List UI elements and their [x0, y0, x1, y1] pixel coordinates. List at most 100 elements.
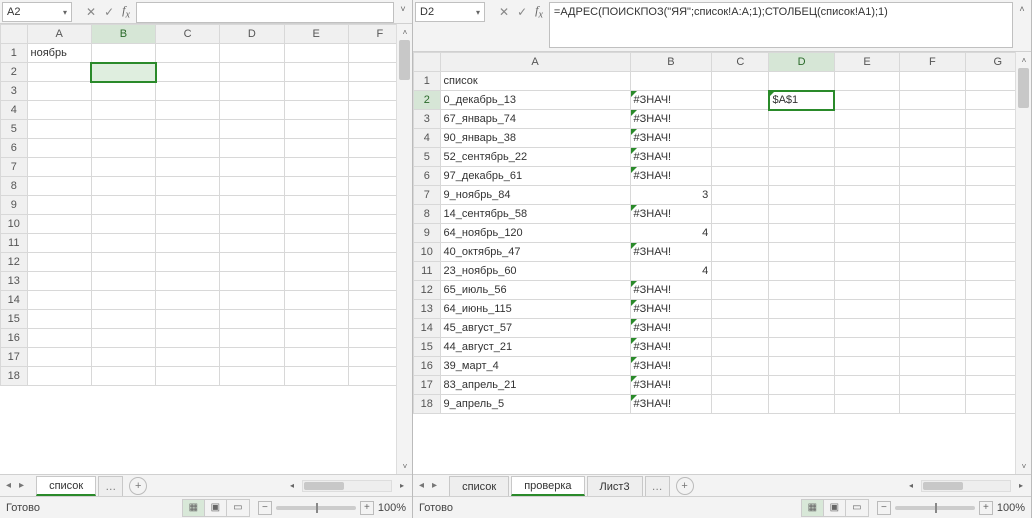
- cell[interactable]: [220, 348, 284, 367]
- expand-formula-icon[interactable]: ˅: [396, 1, 410, 23]
- cell[interactable]: [91, 63, 155, 82]
- cell[interactable]: $A$1: [769, 91, 834, 110]
- col-header-D[interactable]: D: [769, 53, 834, 72]
- row-header-12[interactable]: 12: [1, 253, 28, 272]
- row-header-17[interactable]: 17: [414, 376, 441, 395]
- cell[interactable]: [630, 72, 712, 91]
- row-header-10[interactable]: 10: [414, 243, 441, 262]
- scroll-right-icon[interactable]: ▸: [1013, 478, 1029, 494]
- cell[interactable]: [900, 357, 965, 376]
- cell[interactable]: [27, 234, 91, 253]
- cell[interactable]: [900, 281, 965, 300]
- cell[interactable]: [220, 367, 284, 386]
- cell[interactable]: #ЗНАЧ!: [630, 281, 712, 300]
- row-header-1[interactable]: 1: [414, 72, 441, 91]
- cell[interactable]: [712, 243, 769, 262]
- cell[interactable]: [834, 186, 899, 205]
- cell[interactable]: [220, 215, 284, 234]
- collapse-formula-icon[interactable]: ˄: [1015, 1, 1029, 51]
- row-header-8[interactable]: 8: [414, 205, 441, 224]
- cell[interactable]: 45_август_57: [440, 319, 630, 338]
- cell[interactable]: [769, 110, 834, 129]
- cell[interactable]: [834, 167, 899, 186]
- cell[interactable]: [900, 300, 965, 319]
- cell[interactable]: #ЗНАЧ!: [630, 205, 712, 224]
- row-header-8[interactable]: 8: [1, 177, 28, 196]
- cell[interactable]: [712, 91, 769, 110]
- cell[interactable]: ноябрь: [27, 44, 91, 63]
- cell[interactable]: [156, 329, 220, 348]
- view-normal-icon[interactable]: ▦: [802, 500, 824, 516]
- cell[interactable]: [91, 234, 155, 253]
- row-header-3[interactable]: 3: [1, 82, 28, 101]
- cell[interactable]: [712, 319, 769, 338]
- cell[interactable]: [900, 395, 965, 414]
- cell[interactable]: [220, 291, 284, 310]
- cell[interactable]: [900, 338, 965, 357]
- cell[interactable]: [27, 310, 91, 329]
- cell[interactable]: [284, 196, 348, 215]
- cell[interactable]: 9_ноябрь_84: [440, 186, 630, 205]
- cell[interactable]: [284, 272, 348, 291]
- col-header-B[interactable]: B: [91, 25, 155, 44]
- cell[interactable]: [27, 329, 91, 348]
- cell[interactable]: [284, 215, 348, 234]
- row-header-9[interactable]: 9: [414, 224, 441, 243]
- cell[interactable]: [834, 205, 899, 224]
- cell[interactable]: [220, 329, 284, 348]
- cell[interactable]: [284, 101, 348, 120]
- vertical-scrollbar[interactable]: ˄ ˅: [396, 24, 412, 474]
- cell[interactable]: [712, 376, 769, 395]
- scroll-thumb[interactable]: [399, 40, 410, 80]
- row-header-14[interactable]: 14: [1, 291, 28, 310]
- cell[interactable]: [27, 272, 91, 291]
- formula-input[interactable]: =АДРЕС(ПОИСКПОЗ("ЯЯ";список!A:A;1);СТОЛБ…: [549, 2, 1013, 48]
- scroll-up-icon[interactable]: ˄: [397, 24, 412, 40]
- cell[interactable]: [900, 186, 965, 205]
- row-header-1[interactable]: 1: [1, 44, 28, 63]
- cell[interactable]: #ЗНАЧ!: [630, 357, 712, 376]
- cell[interactable]: [284, 158, 348, 177]
- row-header-3[interactable]: 3: [414, 110, 441, 129]
- cell[interactable]: [284, 63, 348, 82]
- cell[interactable]: [712, 186, 769, 205]
- cell[interactable]: [834, 72, 899, 91]
- cell[interactable]: [91, 310, 155, 329]
- cell[interactable]: [27, 196, 91, 215]
- cell[interactable]: [900, 224, 965, 243]
- row-header-7[interactable]: 7: [414, 186, 441, 205]
- cell[interactable]: [284, 177, 348, 196]
- zoom-slider[interactable]: [895, 506, 975, 510]
- cell[interactable]: [900, 91, 965, 110]
- cell[interactable]: [91, 253, 155, 272]
- cell[interactable]: [712, 72, 769, 91]
- enter-icon[interactable]: ✓: [517, 5, 527, 19]
- cell[interactable]: [900, 148, 965, 167]
- row-header-2[interactable]: 2: [1, 63, 28, 82]
- cell[interactable]: [27, 101, 91, 120]
- cell[interactable]: [712, 357, 769, 376]
- cell[interactable]: #ЗНАЧ!: [630, 376, 712, 395]
- row-header-12[interactable]: 12: [414, 281, 441, 300]
- cell[interactable]: [769, 129, 834, 148]
- cell[interactable]: [220, 101, 284, 120]
- col-header-B[interactable]: B: [630, 53, 712, 72]
- cell[interactable]: [769, 300, 834, 319]
- cell[interactable]: 83_апрель_21: [440, 376, 630, 395]
- cell[interactable]: [769, 281, 834, 300]
- cell[interactable]: [91, 158, 155, 177]
- cell[interactable]: [712, 262, 769, 281]
- dropdown-icon[interactable]: ▾: [63, 8, 67, 17]
- spreadsheet-grid[interactable]: ABCDEFG1список20_декабрь_13#ЗНАЧ!$A$1367…: [413, 52, 1031, 474]
- cell[interactable]: [284, 44, 348, 63]
- cell[interactable]: [27, 348, 91, 367]
- cell[interactable]: [900, 262, 965, 281]
- cell[interactable]: [834, 262, 899, 281]
- cell[interactable]: [769, 262, 834, 281]
- cell[interactable]: [712, 395, 769, 414]
- scroll-up-icon[interactable]: ˄: [1016, 52, 1031, 68]
- cell[interactable]: [284, 291, 348, 310]
- cell[interactable]: 4: [630, 262, 712, 281]
- cell[interactable]: [834, 224, 899, 243]
- cell[interactable]: [834, 376, 899, 395]
